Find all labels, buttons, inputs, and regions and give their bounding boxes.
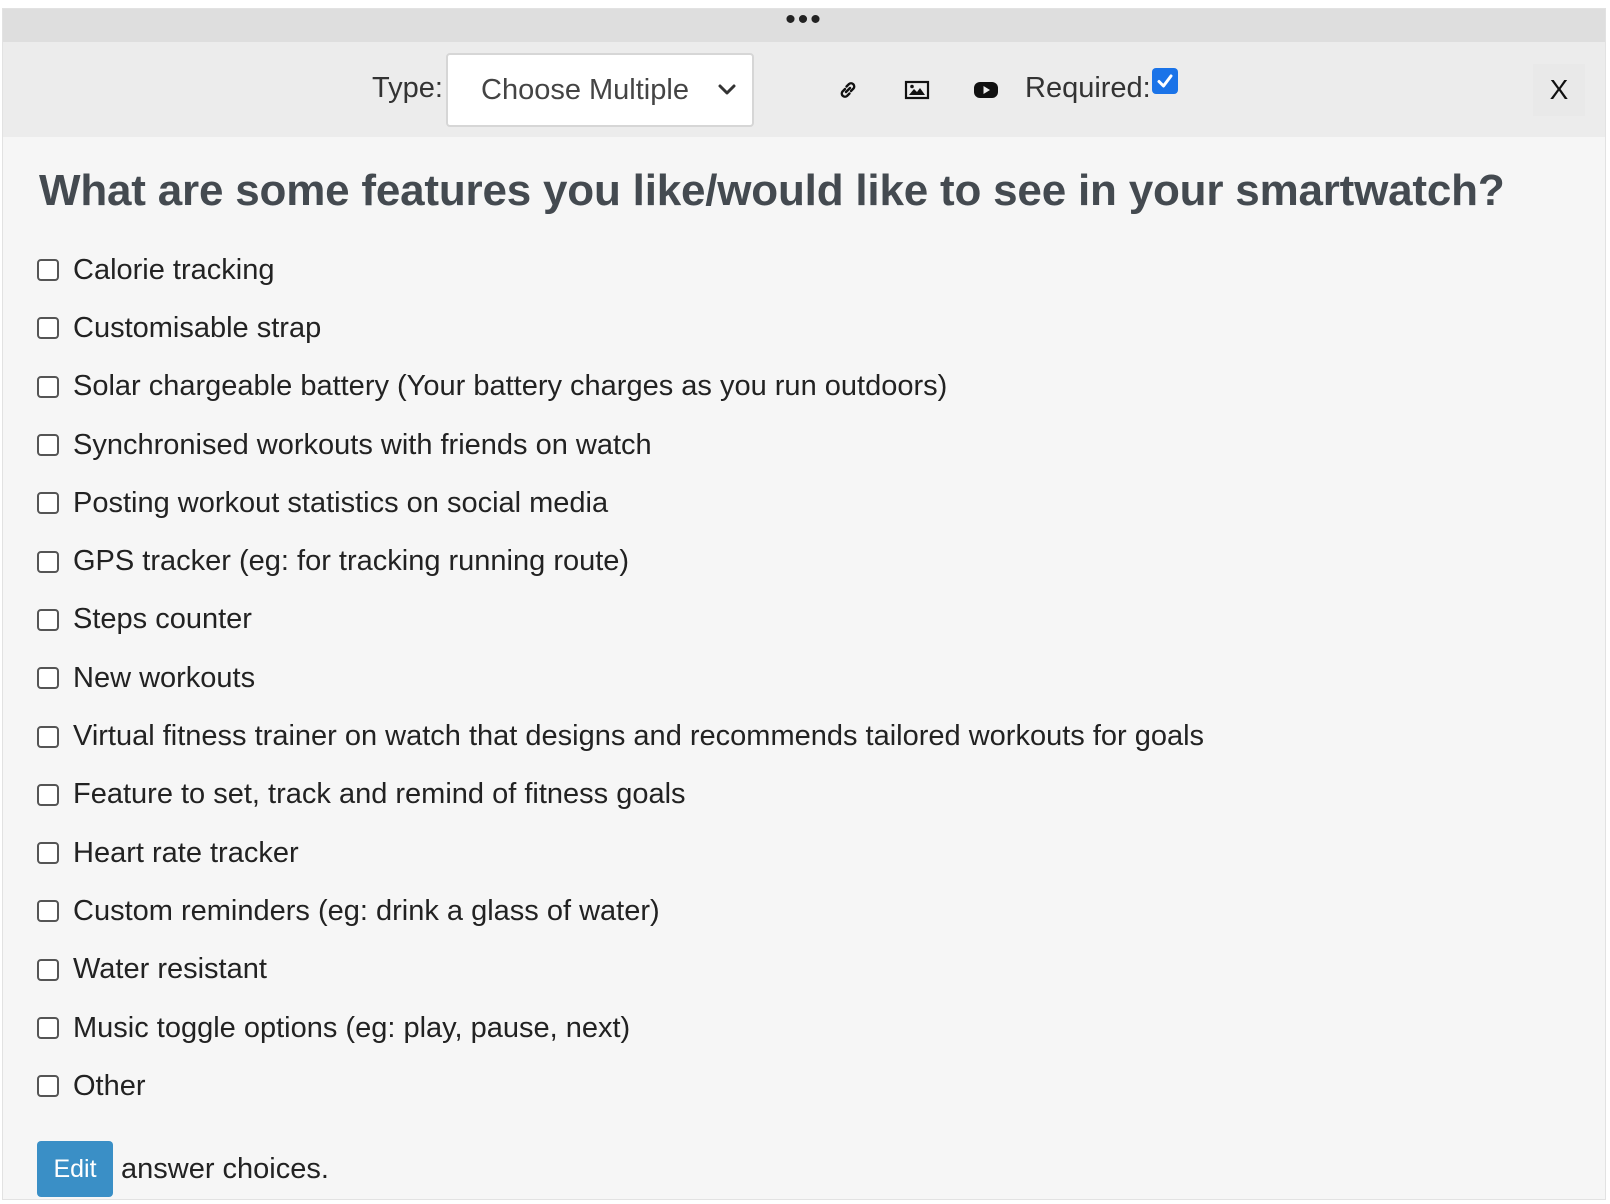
- choice-label: Feature to set, track and remind of fitn…: [73, 778, 686, 811]
- choice-label: Music toggle options (eg: play, pause, n…: [73, 1011, 631, 1044]
- link-button[interactable]: [818, 64, 878, 116]
- choice-checkbox[interactable]: [37, 725, 59, 748]
- question-title: What are some features you like/would li…: [39, 166, 1505, 215]
- choice-item[interactable]: Music toggle options (eg: play, pause, n…: [37, 999, 1204, 1057]
- choice-item[interactable]: Calorie tracking: [37, 241, 1204, 299]
- choice-item[interactable]: Customisable strap: [37, 299, 1204, 357]
- close-button[interactable]: X: [1533, 64, 1585, 116]
- choice-checkbox[interactable]: [37, 1017, 59, 1039]
- type-select-value: Choose Multiple: [481, 73, 689, 106]
- choice-label: Posting workout statistics on social med…: [73, 486, 609, 519]
- choice-list: Calorie tracking Customisable strap Solar …: [37, 241, 1204, 1115]
- choice-label: New workouts: [73, 661, 256, 694]
- youtube-icon: [974, 82, 998, 98]
- close-icon: X: [1549, 74, 1569, 105]
- video-button[interactable]: [956, 64, 1016, 116]
- choice-item[interactable]: Custom reminders (eg: drink a glass of w…: [37, 882, 1204, 940]
- choice-label: Solar chargeable battery (Your battery c…: [73, 370, 948, 403]
- choice-label: Synchronised workouts with friends on wa…: [73, 428, 652, 461]
- choice-checkbox[interactable]: [37, 608, 59, 631]
- choice-checkbox[interactable]: [37, 259, 59, 282]
- choice-item[interactable]: Other: [37, 1057, 1204, 1115]
- drag-dots-icon: •••: [785, 2, 823, 36]
- choice-checkbox[interactable]: [37, 842, 59, 865]
- choice-item[interactable]: Water resistant: [37, 941, 1204, 999]
- required-checkbox[interactable]: [1152, 68, 1178, 94]
- required-label: Required:: [1025, 72, 1151, 104]
- choice-item[interactable]: Solar chargeable battery (Your battery c…: [37, 358, 1204, 416]
- choice-label: Other: [73, 1069, 146, 1102]
- choice-item[interactable]: Virtual fitness trainer on watch that de…: [37, 707, 1204, 765]
- footer-text: answer choices.: [121, 1152, 329, 1185]
- choice-checkbox[interactable]: [37, 434, 59, 457]
- question-toolbar: Type: Choose Multiple Required: X: [3, 42, 1605, 137]
- type-select[interactable]: Choose Multiple: [446, 53, 754, 127]
- choice-item[interactable]: Heart rate tracker: [37, 824, 1204, 882]
- edit-button[interactable]: Edit: [37, 1141, 113, 1197]
- question-editor-panel: ••• Type: Choose Multiple Required: X Wh…: [2, 4, 1606, 1200]
- choice-item[interactable]: Synchronised workouts with friends on wa…: [37, 416, 1204, 474]
- choice-checkbox[interactable]: [37, 317, 59, 340]
- choice-label: Custom reminders (eg: drink a glass of w…: [73, 894, 660, 927]
- choice-checkbox[interactable]: [37, 667, 59, 690]
- choice-item[interactable]: Feature to set, track and remind of fitn…: [37, 766, 1204, 824]
- choice-checkbox[interactable]: [37, 900, 59, 923]
- footer: Edit answer choices.: [37, 1141, 329, 1197]
- image-icon: [904, 80, 930, 100]
- choice-item[interactable]: GPS tracker (eg: for tracking running ro…: [37, 532, 1204, 590]
- checkmark-icon: [1157, 74, 1173, 88]
- choice-checkbox[interactable]: [37, 958, 59, 981]
- choice-item[interactable]: Posting workout statistics on social med…: [37, 474, 1204, 532]
- choice-label: Calorie tracking: [73, 253, 275, 286]
- choice-checkbox[interactable]: [37, 492, 59, 515]
- choice-checkbox[interactable]: [37, 1075, 59, 1098]
- choice-label: Steps counter: [73, 603, 252, 636]
- link-icon: [840, 82, 856, 98]
- choice-item[interactable]: New workouts: [37, 649, 1204, 707]
- type-label: Type:: [372, 72, 443, 104]
- choice-label: Virtual fitness trainer on watch that de…: [73, 720, 1205, 753]
- choice-label: GPS tracker (eg: for tracking running ro…: [73, 545, 630, 578]
- choice-label: Customisable strap: [73, 311, 322, 344]
- drag-handle[interactable]: •••: [3, 4, 1605, 42]
- choice-checkbox[interactable]: [37, 375, 59, 398]
- image-button[interactable]: [887, 64, 947, 116]
- choice-item[interactable]: Steps counter: [37, 591, 1204, 649]
- choice-label: Heart rate tracker: [73, 836, 299, 869]
- choice-label: Water resistant: [73, 953, 267, 986]
- choice-checkbox[interactable]: [37, 783, 59, 806]
- choice-checkbox[interactable]: [37, 550, 59, 573]
- chevron-down-icon: [718, 84, 736, 95]
